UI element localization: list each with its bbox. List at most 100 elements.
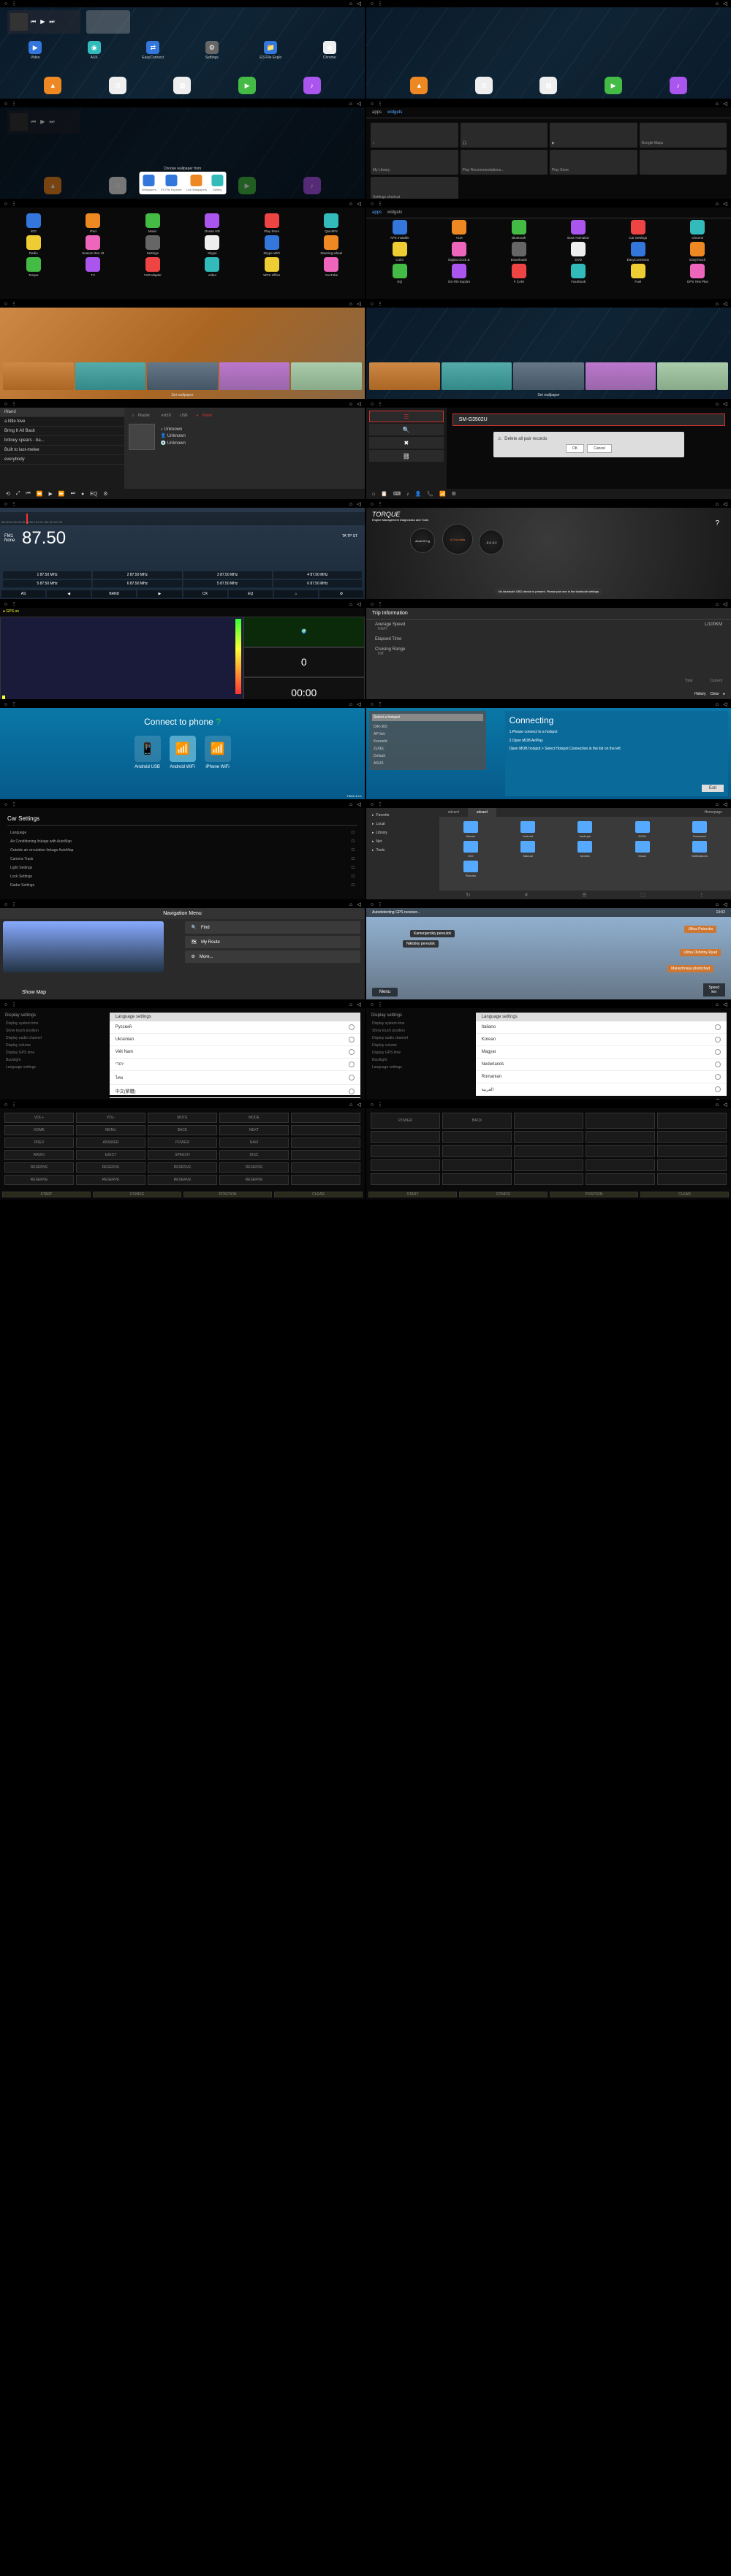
track-item[interactable]: britney spears - ba... — [0, 436, 124, 446]
swc-button[interactable]: VOL- — [76, 1113, 145, 1123]
wp-esfile[interactable]: ES File Explorer — [161, 175, 182, 191]
hotspot-item[interactable]: ZyXEL — [372, 745, 483, 752]
swc-button[interactable] — [291, 1138, 360, 1148]
widget-tile[interactable]: Play Recommendations... — [461, 150, 548, 175]
dock-play[interactable]: ▶ — [238, 77, 256, 94]
swc-button[interactable]: RESERVE — [4, 1175, 74, 1185]
swc-button[interactable] — [514, 1173, 583, 1185]
dock-nav[interactable]: ▲ — [410, 77, 428, 94]
ok-button[interactable]: OK — [566, 444, 584, 453]
home-icon[interactable]: ⌂ — [714, 1, 720, 7]
home-icon[interactable]: ⌂ — [348, 1, 354, 7]
route-button[interactable]: 🗺My Route — [185, 936, 360, 948]
swc-button[interactable] — [586, 1159, 655, 1171]
back-icon[interactable]: ◁ — [356, 1, 362, 7]
folder[interactable]: iGO — [444, 841, 498, 858]
preset-button[interactable]: 5 87.50 MHz — [3, 580, 91, 587]
clock-widget[interactable] — [86, 10, 130, 34]
app-aux[interactable]: AUX — [431, 220, 489, 240]
tab-usb[interactable]: USB — [177, 412, 190, 419]
swc-button[interactable] — [514, 1145, 583, 1156]
bt-bar-icon[interactable]: ⌂ — [372, 492, 375, 497]
preset-button[interactable]: 1 87.50 MHz — [3, 571, 91, 579]
history-button[interactable]: History — [694, 692, 706, 696]
swc-button[interactable]: BACK — [148, 1125, 217, 1135]
swc-button[interactable]: RESERVE — [4, 1162, 74, 1173]
dock-grid[interactable]: ▦ — [539, 77, 557, 94]
swc-button[interactable]: VOL+ — [4, 1113, 74, 1123]
radio-button[interactable]: ⌂ — [274, 590, 318, 598]
gauge-main[interactable]: 0.0 no data — [442, 524, 473, 555]
swc-button[interactable]: RESERVE — [148, 1175, 217, 1185]
display-setting[interactable]: Display audio channel — [3, 1034, 107, 1042]
fm-action[interactable]: ☰ — [582, 892, 586, 898]
tab-playlist[interactable]: ♫ Playlist — [129, 412, 156, 419]
app-easyconnected[interactable]: EasyConnected — [609, 242, 667, 262]
tab-extsd[interactable]: extSD — [159, 412, 175, 419]
swc-button[interactable] — [586, 1131, 655, 1143]
dock-music[interactable]: ♪ — [303, 77, 321, 94]
app-gps-test-plus[interactable]: GPS Test Plus — [669, 264, 727, 283]
language-option[interactable]: Italiano — [476, 1021, 727, 1034]
hotspot-item[interactable]: Keenetic — [372, 738, 483, 745]
swc-button[interactable]: RESERVE — [76, 1162, 145, 1173]
bt-bar-icon[interactable]: ♪ — [406, 492, 409, 497]
settings-item[interactable]: Lock Settings☐ — [7, 872, 357, 881]
radio-button[interactable]: BAND — [92, 590, 136, 598]
player-control[interactable]: ⏭ — [71, 491, 75, 497]
swc-action-button[interactable]: POSITION — [550, 1192, 638, 1197]
circle-icon[interactable]: ○ — [3, 1, 9, 7]
wp-wallpapers[interactable]: Wallpapers — [142, 175, 156, 191]
app-wps-office[interactable]: WPS Office — [243, 257, 301, 277]
swc-button[interactable]: SPEECH — [148, 1150, 217, 1160]
app-skype-wifi[interactable]: Skype WiFi — [243, 235, 301, 255]
swc-button[interactable] — [586, 1145, 655, 1156]
app-boot-animation[interactable]: Boot Animation — [550, 220, 608, 240]
dock-nav[interactable]: ▲ — [44, 77, 61, 94]
bt-device[interactable]: SM-G3502U — [452, 414, 725, 426]
tab-apps[interactable]: apps — [372, 110, 382, 115]
find-button[interactable]: 🔍Find — [185, 921, 360, 934]
app-car-settings[interactable]: Car Settings — [609, 220, 667, 240]
swc-action-button[interactable]: CLEAR — [274, 1192, 363, 1197]
app-aux[interactable]: ◉AUX — [67, 41, 123, 60]
play-icon[interactable]: ▶ — [40, 18, 45, 26]
app-es-file-explorer[interactable]: ES File Explorer — [431, 264, 489, 283]
gauge-accel[interactable]: Accel 0.0 g — [410, 528, 435, 553]
swc-action-button[interactable]: CONFIG — [459, 1192, 548, 1197]
swc-button[interactable]: MENU — [76, 1125, 145, 1135]
swc-button[interactable]: HOME — [4, 1125, 74, 1135]
swc-button[interactable]: EJECT — [76, 1150, 145, 1160]
swc-button[interactable] — [657, 1131, 727, 1143]
language-option[interactable]: Русский — [110, 1021, 360, 1034]
display-setting[interactable]: Display GPS time — [369, 1049, 473, 1056]
fm-action[interactable]: ⬚ — [640, 892, 645, 898]
swc-button[interactable]: RESERVE — [76, 1175, 145, 1185]
swc-button[interactable] — [442, 1145, 512, 1156]
wp-gallery[interactable]: Gallery — [211, 175, 223, 191]
wp-thumb[interactable] — [75, 362, 146, 390]
display-setting[interactable]: Backlight — [3, 1056, 107, 1064]
app-igo[interactable]: iGO — [4, 213, 63, 233]
app-dvd[interactable]: DVD — [550, 242, 608, 262]
widget-tile[interactable]: ♪ — [371, 123, 458, 148]
cancel-button[interactable]: Cancel — [587, 444, 612, 453]
hotspot-item[interactable]: AP-link — [372, 731, 483, 738]
swc-button[interactable]: PREV — [4, 1138, 74, 1148]
widget-tile[interactable]: ▶ — [550, 123, 637, 148]
clear-button[interactable]: Clear — [711, 692, 719, 696]
hotspot-item[interactable]: Default — [372, 752, 483, 760]
preset-button[interactable]: 5 87.50 MHz — [183, 580, 272, 587]
wp-thumb[interactable] — [147, 362, 218, 390]
app-radio[interactable]: Radio — [4, 235, 63, 255]
swc-button[interactable] — [371, 1173, 440, 1185]
display-setting[interactable]: Language settings — [3, 1064, 107, 1071]
app-video[interactable]: ▶Video — [7, 41, 64, 60]
swc-button[interactable]: MODE — [219, 1113, 289, 1123]
folder[interactable]: Download — [673, 821, 727, 838]
language-option[interactable]: Viêt Nam — [110, 1046, 360, 1059]
radio-button[interactable]: AS — [1, 590, 45, 598]
language-option[interactable]: ไทย — [110, 1071, 360, 1085]
swc-action-button[interactable]: POSITION — [183, 1192, 272, 1197]
app-eq[interactable]: EQ — [371, 264, 429, 283]
